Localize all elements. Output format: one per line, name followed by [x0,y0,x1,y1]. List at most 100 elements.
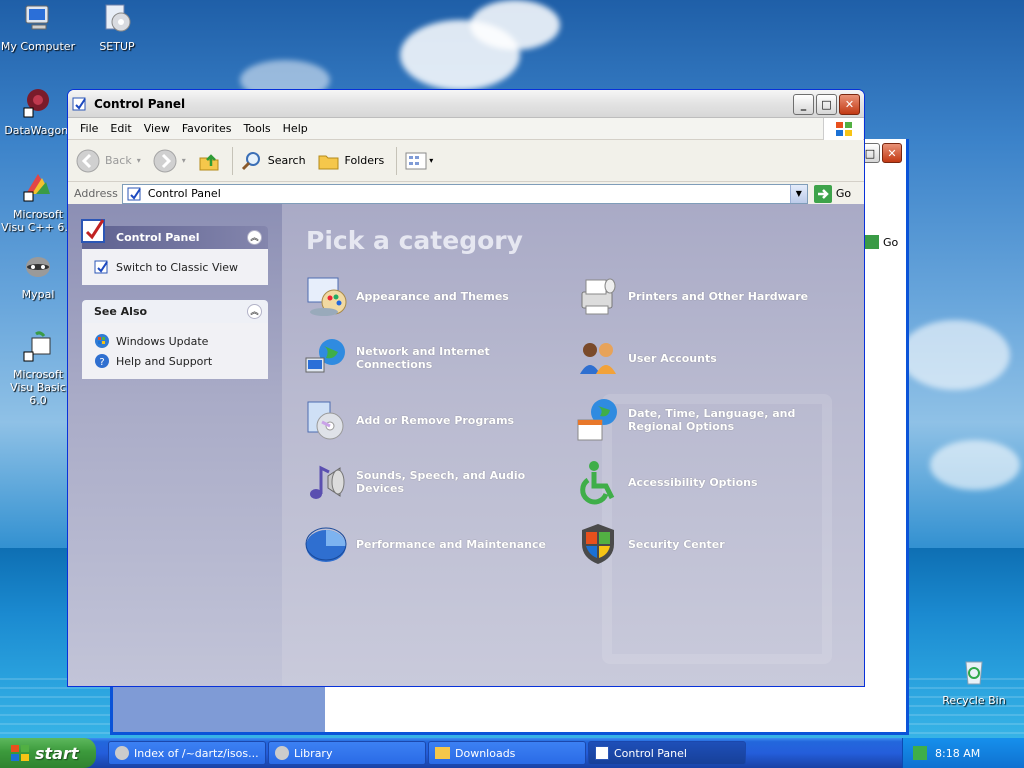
category-label: Printers and Other Hardware [628,289,809,303]
folders-button[interactable]: Folders [318,151,385,171]
link-label: Windows Update [116,334,209,348]
help-and-support-link[interactable]: ? Help and Support [94,351,256,371]
panel-body: Windows Update ? Help and Support [82,323,268,379]
taskbar: start Index of /~dartz/isos... Library D… [0,738,1024,768]
category-label: Date, Time, Language, and Regional Optio… [628,407,796,433]
menu-favorites[interactable]: Favorites [176,122,238,135]
desktop-icon-label: Microsoft Visu C++ 6.0 [1,208,75,234]
link-label: Help and Support [116,354,213,368]
address-dropdown-icon[interactable]: ▼ [789,184,807,203]
taskbar-item-downloads[interactable]: Downloads [428,741,586,765]
category-security-center[interactable]: Security Center [574,520,834,568]
see-also-panel: See Also ︽ Windows Update ? Help and Sup… [82,300,268,379]
up-folder-button[interactable] [198,150,220,172]
category-appearance[interactable]: Appearance and Themes [302,272,562,320]
accessibility-icon [580,461,615,505]
start-button[interactable]: start [0,738,96,768]
collapse-icon[interactable]: ︽ [247,230,262,245]
category-performance[interactable]: Performance and Maintenance [302,520,562,568]
panel-header[interactable]: See Also ︽ [82,300,268,323]
close-button[interactable]: ✕ [882,143,902,163]
toolbar-separator [396,146,398,175]
taskbar-item-control-panel[interactable]: Control Panel [588,741,746,765]
desktop-icon-recycle-bin[interactable]: Recycle Bin [936,656,1012,707]
performance-icon [305,527,347,562]
forward-dropdown-icon[interactable]: ▾ [182,156,186,165]
folders-label: Folders [344,154,385,167]
category-label: Performance and Maintenance [356,537,546,551]
network-tray-icon[interactable] [913,746,927,760]
taskbar-item-library[interactable]: Library [268,741,426,765]
menu-file[interactable]: File [74,122,104,135]
visual-basic-icon [23,331,51,362]
menu-tools[interactable]: Tools [238,122,277,135]
start-label: start [35,743,79,763]
windows-logo-icon [11,745,29,761]
search-icon [241,151,260,170]
close-button[interactable]: ✕ [839,94,860,115]
datawagon-icon [23,89,49,118]
go-button[interactable]: Go [813,184,851,203]
switch-to-classic-view-link[interactable]: Switch to Classic View [94,257,256,277]
panel-title: Control Panel [116,231,200,244]
menu-edit[interactable]: Edit [104,122,137,135]
search-label: Search [267,154,306,167]
desktop-icon-label: Microsoft Visu Basic 6.0 [10,368,66,407]
category-sounds[interactable]: Sounds, Speech, and Audio Devices [302,458,562,506]
windows-update-link[interactable]: Windows Update [94,331,256,351]
back-button[interactable]: Back ▾ [76,149,141,173]
recycle-bin-icon [965,661,983,685]
windows-logo-icon [823,118,863,140]
go-arrow-icon [865,235,879,249]
desktop-icon-datawagon[interactable]: DataWagon. [0,86,76,137]
appearance-icon [307,277,347,316]
raccoon-icon [275,746,289,760]
maximize-button[interactable]: □ [816,94,837,115]
background-go-button[interactable]: Go [865,235,898,249]
category-add-remove-programs[interactable]: Add or Remove Programs [302,396,562,444]
desktop-icon-visual-cpp[interactable]: Microsoft Visu C++ 6.0 [0,170,76,234]
menu-help[interactable]: Help [277,122,314,135]
desktop-icon-label: Mypal [21,288,55,301]
cloud [900,320,1010,390]
address-bar: Address Control Panel ▼ Go [68,182,864,206]
panel-header[interactable]: Control Panel ︽ [81,219,268,249]
content-area: Control Panel ︽ Switch to Classic View S… [68,204,864,686]
desktop-icon-setup[interactable]: SETUP [79,2,155,53]
category-date-time-language[interactable]: Date, Time, Language, and Regional Optio… [574,396,844,444]
forward-button[interactable]: ▾ [153,149,186,173]
task-label: Downloads [455,746,516,760]
background-window-buttons: □ ✕ [860,139,906,167]
category-printers[interactable]: Printers and Other Hardware [574,272,834,320]
window-title: Control Panel [94,96,186,111]
category-label: Network and Internet Connections [356,345,490,371]
back-label: Back [105,154,132,167]
collapse-icon[interactable]: ︽ [247,304,262,319]
back-dropdown-icon[interactable]: ▾ [137,156,141,165]
raccoon-icon [26,257,50,277]
category-label: Accessibility Options [628,475,758,489]
minimize-button[interactable]: _ [793,94,814,115]
clock[interactable]: 8:18 AM [935,747,980,760]
control-panel-window[interactable]: Control Panel _ □ ✕ File Edit View Favor… [67,89,865,687]
views-button[interactable]: ▾ [405,152,433,170]
datetime-icon [577,399,617,441]
address-input[interactable]: Control Panel ▼ [121,183,808,204]
menu-view[interactable]: View [138,122,176,135]
panel-title: See Also [94,305,148,318]
desktop-icon-my-computer[interactable]: My Computer [0,2,76,53]
programs-icon [307,401,344,440]
control-panel-panel: Control Panel ︽ Switch to Classic View [81,219,268,285]
control-panel-icon [72,97,86,110]
category-accessibility[interactable]: Accessibility Options [574,458,834,506]
title-bar[interactable]: Control Panel _ □ ✕ [68,90,864,118]
control-panel-icon [595,746,609,760]
taskbar-item-index[interactable]: Index of /~dartz/isos... [108,741,266,765]
desktop-icon-label: SETUP [99,40,135,53]
category-network[interactable]: Network and Internet Connections [302,334,562,382]
category-user-accounts[interactable]: User Accounts [574,334,834,382]
desktop-icon-label: Recycle Bin [942,694,1006,707]
search-button[interactable]: Search [241,150,306,172]
desktop-icon-visual-basic[interactable]: Microsoft Visu Basic 6.0 [0,330,76,407]
desktop-icon-mypal[interactable]: Mypal [0,250,76,301]
